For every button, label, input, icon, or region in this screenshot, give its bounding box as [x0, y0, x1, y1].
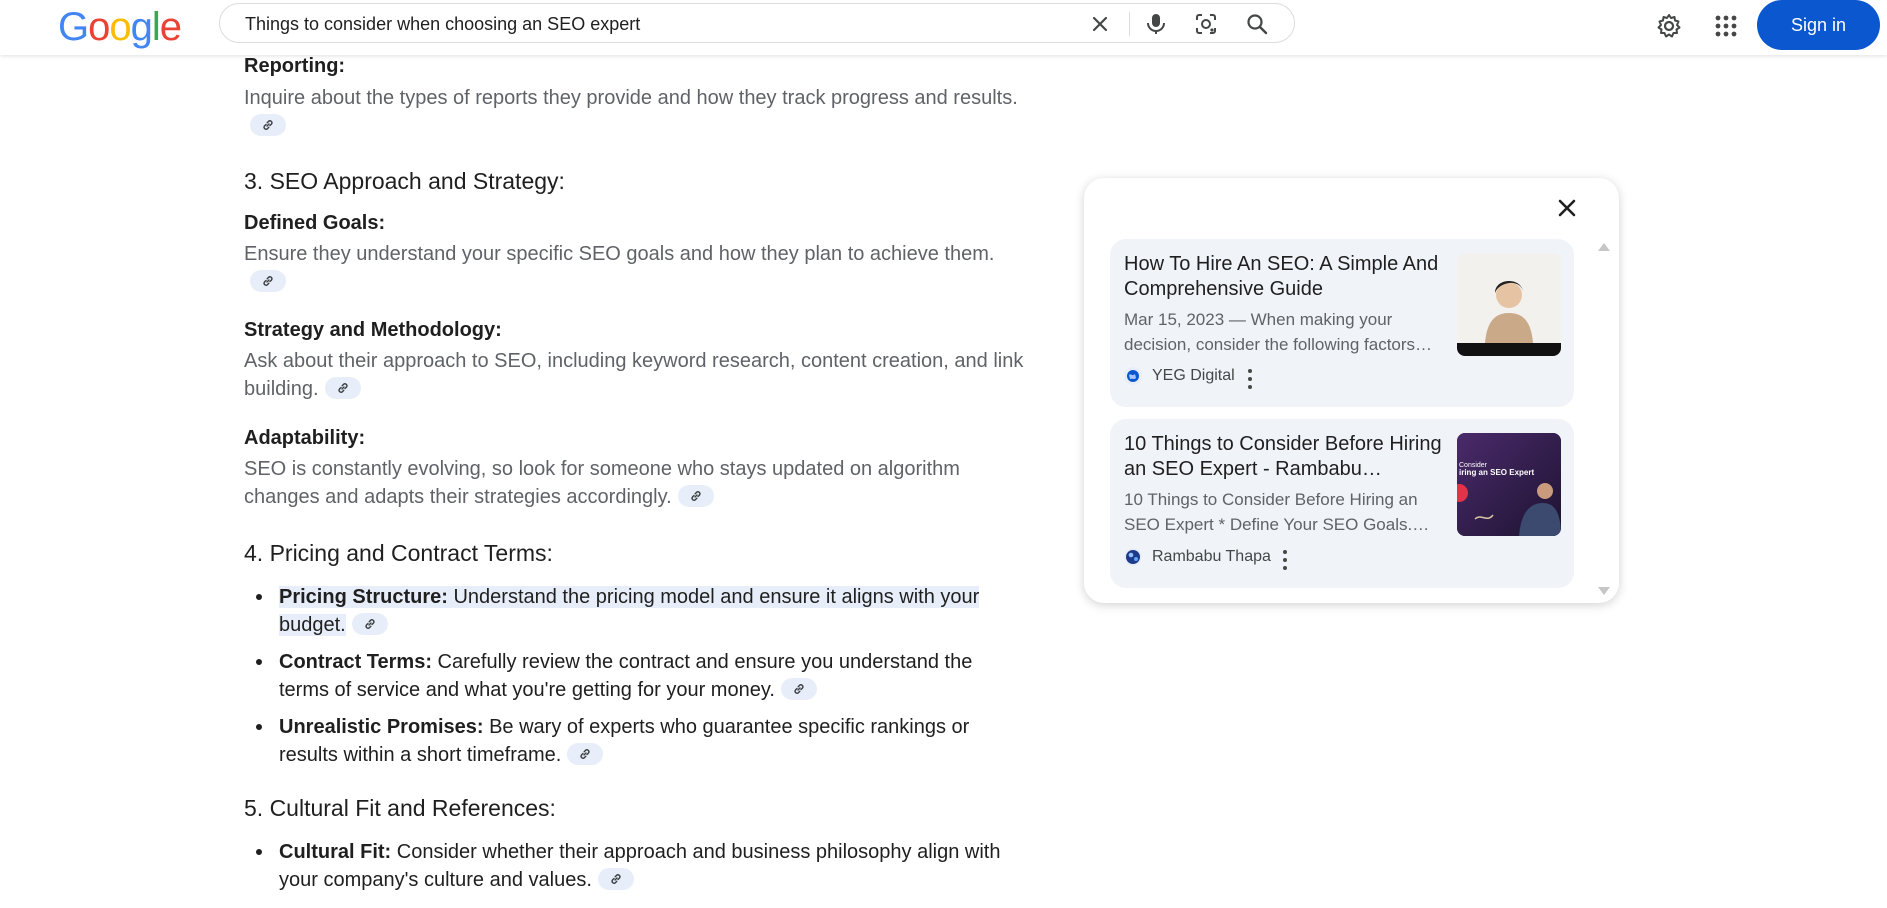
logo-letter: o: [109, 5, 131, 49]
bullet-label: Unrealistic Promises:: [279, 716, 484, 738]
source-card-title[interactable]: 10 Things to Consider Before Hiring an S…: [1124, 432, 1444, 482]
list-item: Unrealistic Promises: Be wary of experts…: [244, 713, 1024, 769]
google-logo[interactable]: Google: [58, 5, 182, 49]
source-thumbnail[interactable]: Consider iring an SEO Expert: [1457, 433, 1561, 536]
subheading-defined-goals: Defined Goals:: [244, 212, 386, 234]
source-site[interactable]: Rambabu Thapa: [1124, 548, 1271, 566]
bullet-dot: [256, 594, 262, 600]
paragraph-text: SEO is constantly evolving, so look for …: [244, 458, 960, 508]
globe-icon: [1124, 367, 1142, 385]
subheading-strategy: Strategy and Methodology:: [244, 319, 502, 341]
scroll-up-arrow[interactable]: [1598, 243, 1610, 251]
paragraph-text: Ensure they understand your specific SEO…: [244, 243, 995, 265]
source-site[interactable]: YEG Digital: [1124, 367, 1235, 385]
link-icon[interactable]: [324, 376, 361, 399]
source-card[interactable]: How To Hire An SEO: A Simple And Compreh…: [1110, 239, 1574, 407]
more-options-icon[interactable]: [1247, 369, 1253, 389]
paragraph-strategy: Ask about their approach to SEO, includi…: [244, 347, 1024, 403]
bullet-dot: [256, 849, 262, 855]
source-thumbnail[interactable]: [1457, 253, 1561, 356]
top-bar: Google Things to consider when choosing …: [0, 0, 1887, 55]
paragraph-text: Ask about their approach to SEO, includi…: [244, 350, 1024, 400]
search-divider: [1129, 12, 1130, 36]
search-icon[interactable]: [1243, 10, 1271, 38]
bullet-label: Cultural Fit:: [279, 841, 392, 863]
source-name: YEG Digital: [1152, 367, 1235, 384]
logo-letter: o: [88, 5, 110, 49]
scroll-down-arrow[interactable]: [1598, 587, 1610, 595]
sign-in-button[interactable]: Sign in: [1757, 0, 1880, 50]
lens-icon[interactable]: [1192, 10, 1220, 38]
bullet-dot: [256, 659, 262, 665]
microphone-icon[interactable]: [1142, 10, 1170, 38]
search-query-text[interactable]: Things to consider when choosing an SEO …: [245, 14, 640, 35]
section-heading: 3. SEO Approach and Strategy:: [244, 168, 565, 194]
link-icon[interactable]: [780, 677, 817, 700]
paragraph-defined-goals: Ensure they understand your specific SEO…: [244, 240, 1024, 296]
source-card-snippet: Mar 15, 2023 — When making your decision…: [1124, 310, 1433, 354]
link-icon[interactable]: [351, 612, 388, 635]
source-name: Rambabu Thapa: [1152, 548, 1271, 565]
gear-icon[interactable]: [1653, 10, 1685, 42]
logo-letter: l: [151, 5, 161, 49]
close-icon[interactable]: [1552, 193, 1582, 223]
bullet-label: Pricing Structure:: [279, 586, 448, 608]
logo-letter: G: [58, 5, 89, 49]
link-icon[interactable]: [567, 742, 604, 765]
apps-grid-icon[interactable]: [1710, 10, 1742, 42]
paragraph-text: Inquire about the types of reports they …: [244, 87, 1018, 109]
site-favicon-icon: [1124, 548, 1142, 566]
source-card-snippet: 10 Things to Consider Before Hiring an S…: [1124, 490, 1430, 534]
subheading-adaptability: Adaptability:: [244, 427, 366, 449]
logo-letter: e: [159, 5, 182, 49]
link-icon[interactable]: [250, 269, 286, 292]
close-icon[interactable]: [1086, 10, 1114, 38]
source-card-title[interactable]: How To Hire An SEO: A Simple And Compreh…: [1124, 252, 1444, 302]
logo-letter: g: [130, 5, 153, 49]
bullet-label: Contract Terms:: [279, 651, 432, 673]
link-icon[interactable]: [250, 113, 286, 136]
paragraph-reporting: Inquire about the types of reports they …: [244, 84, 1024, 140]
list-item: Pricing Structure: Understand the pricin…: [244, 583, 1024, 639]
subheading-reporting: Reporting:: [244, 55, 346, 77]
bullet-dot: [256, 724, 262, 730]
link-icon[interactable]: [677, 484, 714, 507]
list-item: Cultural Fit: Consider whether their app…: [244, 838, 1024, 894]
more-options-icon[interactable]: [1282, 550, 1288, 570]
paragraph-adaptability: SEO is constantly evolving, so look for …: [244, 455, 1024, 511]
thumbnail-text: iring an SEO Expert: [1459, 468, 1534, 477]
list-item: Contract Terms: Carefully review the con…: [244, 648, 1024, 704]
link-icon[interactable]: [597, 867, 634, 890]
section-heading: 4. Pricing and Contract Terms:: [244, 540, 553, 566]
section-heading: 5. Cultural Fit and References:: [244, 795, 556, 821]
source-card[interactable]: 10 Things to Consider Before Hiring an S…: [1110, 419, 1574, 588]
search-input[interactable]: Things to consider when choosing an SEO …: [219, 3, 1295, 43]
